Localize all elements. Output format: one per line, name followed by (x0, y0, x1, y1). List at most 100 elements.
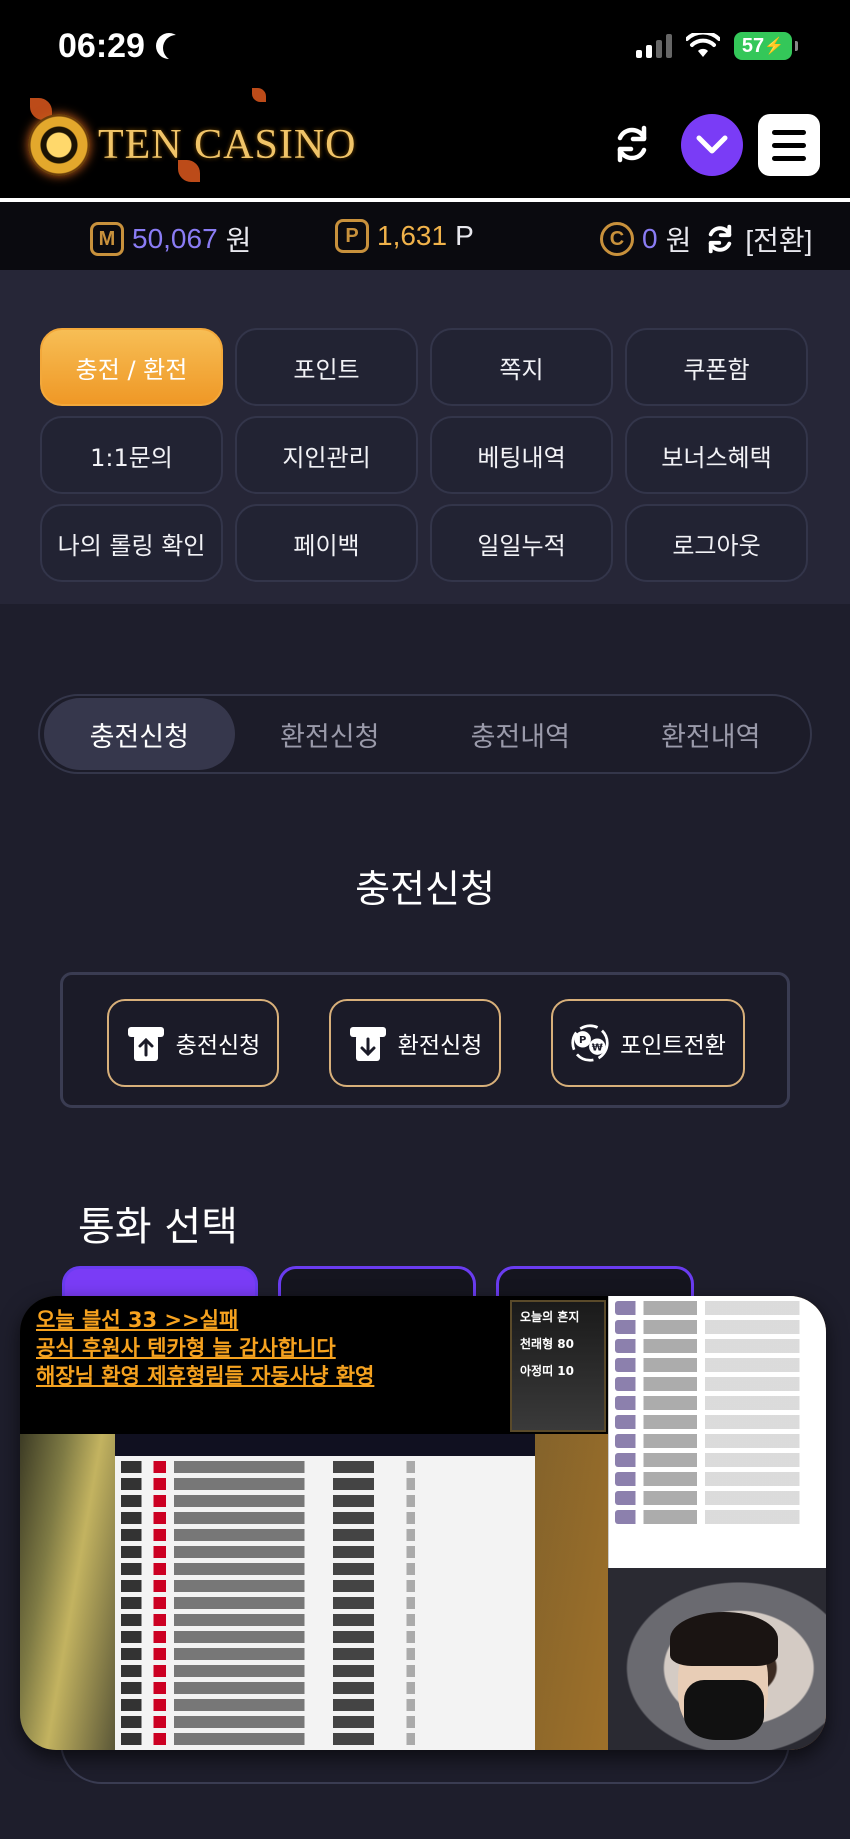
chat-line (615, 1396, 820, 1410)
screen-row (121, 1546, 529, 1558)
screen-row (121, 1512, 529, 1524)
signal-icon (636, 34, 672, 58)
point-unit: P (455, 220, 474, 251)
svg-text:P: P (579, 1035, 586, 1046)
status-time: 06:29 (58, 26, 145, 65)
point-convert-icon: P ₩ (570, 1023, 610, 1063)
menu-messages[interactable]: 쪽지 (430, 328, 613, 406)
screen-row (121, 1597, 529, 1609)
screen-row (121, 1563, 529, 1575)
webcam-mask (684, 1680, 764, 1740)
today-title: 오늘의 흔지 (520, 1310, 580, 1324)
deposit-label: 충전신청 (175, 1033, 261, 1059)
coin-balance: C 0 원 [전환] (600, 219, 812, 259)
point-balance: P 1,631 P (335, 219, 474, 253)
tab-withdraw-request[interactable]: 환전신청 (235, 698, 426, 770)
status-bar: 06:29 57 ⚡ (0, 0, 850, 92)
money-icon: M (90, 222, 124, 256)
stream-ticker-line: 오늘 블선 33 >>실패 (36, 1308, 239, 1332)
balance-bar: M 50,067 원 P 1,631 P C 0 원 [전환] (0, 202, 850, 270)
chat-line (615, 1453, 820, 1467)
screen-row (121, 1733, 529, 1745)
withdraw-button[interactable]: 환전신청 (329, 999, 501, 1087)
deposit-icon (126, 1023, 166, 1063)
dropdown-button[interactable] (681, 114, 743, 176)
screen-row (121, 1682, 529, 1694)
stream-ticker-line: 해장님 환영 제휴형림들 자동사냥 환영 (36, 1364, 375, 1388)
menu-coupons[interactable]: 쿠폰함 (625, 328, 808, 406)
logo[interactable]: TEN CASINO (28, 102, 357, 188)
point-convert-button[interactable]: P ₩ 포인트전환 (551, 999, 745, 1087)
chat-line (615, 1358, 820, 1372)
chat-line (615, 1377, 820, 1391)
svg-text:₩: ₩ (592, 1042, 603, 1053)
coin-icon: C (600, 222, 634, 256)
chat-line (615, 1510, 820, 1524)
stream-ticker-line: 공식 후원사 텐카형 늘 감사합니다 (36, 1336, 336, 1360)
menu-bar (772, 129, 806, 135)
menu-deposit-withdraw[interactable]: 충전 / 환전 (40, 328, 223, 406)
menu-referrals[interactable]: 지인관리 (235, 416, 418, 494)
screen-row (121, 1665, 529, 1677)
menu-points[interactable]: 포인트 (235, 328, 418, 406)
coin-unit: 원 (665, 225, 692, 256)
point-icon: P (335, 219, 369, 253)
convert-button[interactable]: [전환] (745, 219, 812, 259)
menu-bar (772, 142, 806, 148)
screen-row (121, 1716, 529, 1728)
deposit-button[interactable]: 충전신청 (107, 999, 279, 1087)
action-panel: 충전신청 환전신청 P ₩ 포인트전환 (60, 972, 790, 1108)
menu-inquiry[interactable]: 1:1문의 (40, 416, 223, 494)
screen-nav (115, 1434, 535, 1456)
status-indicators: 57 ⚡ (636, 32, 798, 60)
screen-row (121, 1648, 529, 1660)
stream-ticker-area: 오늘 블선 33 >>실패 공식 후원사 텐카형 늘 감사합니다 해장님 환영 … (20, 1296, 608, 1434)
money-balance: M 50,067 원 (90, 219, 251, 259)
chat-line (615, 1415, 820, 1429)
screen-row (121, 1461, 529, 1473)
chevron-down-icon (696, 135, 728, 154)
hamburger-menu-button[interactable] (758, 114, 820, 176)
logo-text: TEN CASINO (98, 122, 357, 168)
menu-logout[interactable]: 로그아웃 (625, 504, 808, 582)
screen-row (121, 1699, 529, 1711)
battery-level: 57 (741, 34, 765, 57)
shared-screen (115, 1434, 535, 1750)
battery-indicator: 57 ⚡ (734, 32, 798, 60)
leaf-decoration (252, 88, 266, 102)
chat-line (615, 1301, 820, 1315)
tab-withdraw-history[interactable]: 환전내역 (616, 698, 807, 770)
chat-line (615, 1320, 820, 1334)
charging-icon: ⚡ (764, 38, 785, 55)
today-scoreboard: 오늘의 흔지 천래형 80 아정띠 10 (510, 1300, 606, 1432)
screen-row (121, 1614, 529, 1626)
floating-stream-video[interactable]: 오늘 블선 33 >>실패 공식 후원사 텐카형 늘 감사합니다 해장님 환영 … (20, 1296, 826, 1750)
today-line: 아정띠 10 (520, 1364, 574, 1378)
screen-row (121, 1529, 529, 1541)
convert-refresh-icon[interactable] (703, 222, 737, 256)
chat-line (615, 1434, 820, 1448)
screen-row (121, 1580, 529, 1592)
menu-betting-history[interactable]: 베팅내역 (430, 416, 613, 494)
point-value: 1,631 (377, 220, 448, 251)
refresh-icon[interactable] (610, 122, 654, 166)
account-menu-grid: 충전 / 환전 포인트 쪽지 쿠폰함 1:1문의 지인관리 베팅내역 보너스혜택… (40, 328, 808, 582)
withdraw-label: 환전신청 (397, 1033, 483, 1059)
transaction-tabs: 충전신청 환전신청 충전내역 환전내역 (38, 694, 812, 774)
point-convert-label: 포인트전환 (620, 1033, 726, 1059)
menu-daily-total[interactable]: 일일누적 (430, 504, 613, 582)
chat-line (615, 1339, 820, 1353)
currency-select-title: 통화 선택 (78, 1204, 238, 1250)
menu-rolling-check[interactable]: 나의 롤링 확인 (40, 504, 223, 582)
moon-icon (163, 35, 189, 61)
today-line: 천래형 80 (520, 1337, 574, 1351)
menu-bonus[interactable]: 보너스혜택 (625, 416, 808, 494)
coin-value: 0 (642, 223, 658, 254)
menu-payback[interactable]: 페이백 (235, 504, 418, 582)
logo-emblem-icon (28, 114, 90, 176)
tab-deposit-history[interactable]: 충전내역 (425, 698, 616, 770)
stream-chat-panel (608, 1296, 826, 1568)
screen-row (121, 1478, 529, 1490)
page-title: 충전신청 (355, 867, 495, 911)
tab-deposit-request[interactable]: 충전신청 (44, 698, 235, 770)
